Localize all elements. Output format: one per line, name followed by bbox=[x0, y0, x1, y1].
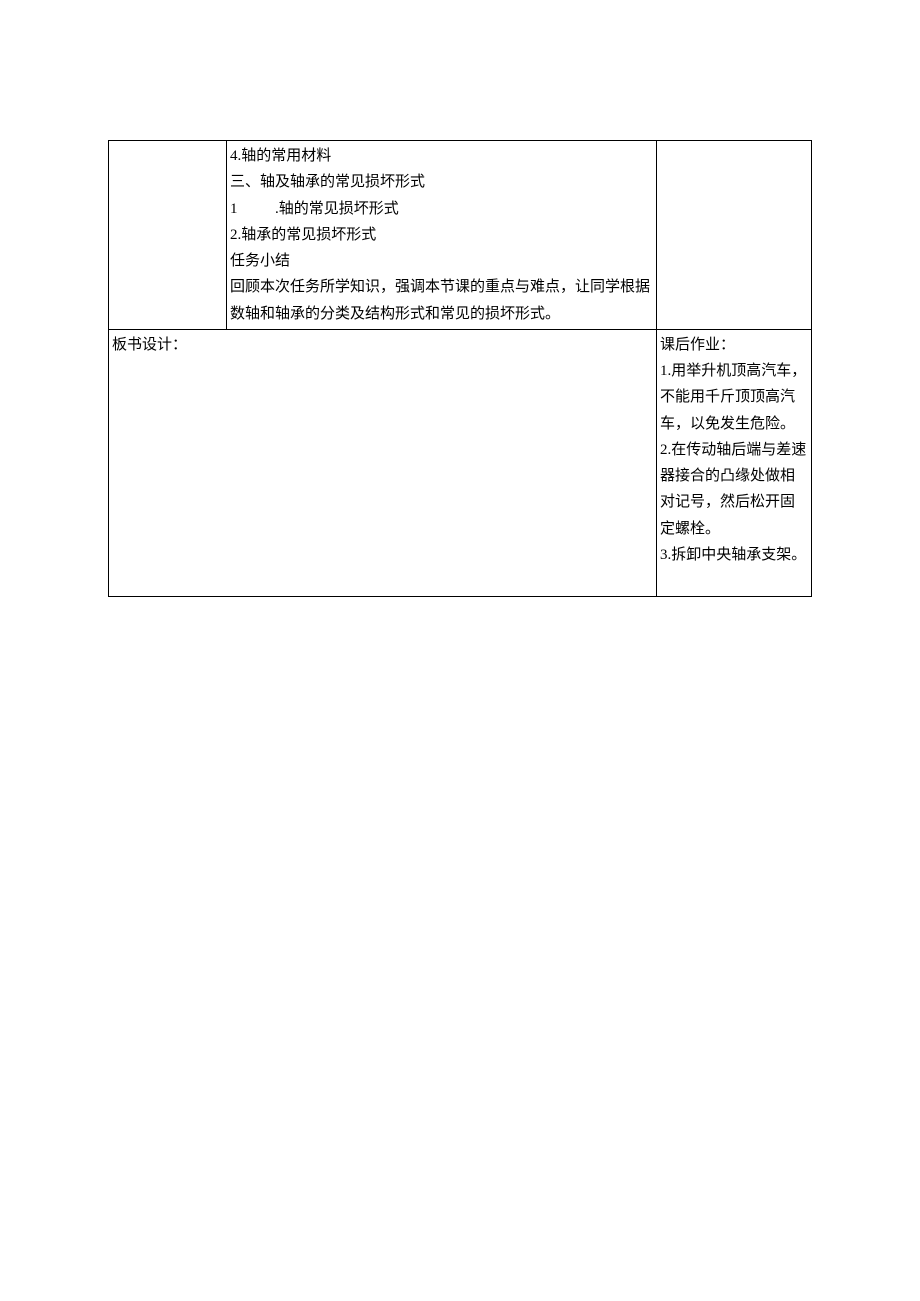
content-row: 4.轴的常用材料 三、轴及轴承的常见损坏形式 1 .轴的常见损坏形式 2.轴承的… bbox=[109, 141, 812, 330]
homework-item-1: 1.用举升机顶高汽车，不能用千斤顶顶高汽车，以免发生危险。 bbox=[660, 358, 808, 437]
content-line-3: 1 .轴的常见损坏形式 bbox=[230, 196, 653, 222]
homework-cell: 课后作业： 1.用举升机顶高汽车，不能用千斤顶顶高汽车，以免发生危险。 2.在传… bbox=[657, 329, 812, 597]
homework-item-3: 3.拆卸中央轴承支架。 bbox=[660, 542, 808, 568]
content-line-1: 4.轴的常用材料 bbox=[230, 143, 653, 169]
content-line-4: 2.轴承的常见损坏形式 bbox=[230, 222, 653, 248]
footer-row: 板书设计： 课后作业： 1.用举升机顶高汽车，不能用千斤顶顶高汽车，以免发生危险… bbox=[109, 329, 812, 597]
lesson-table: 4.轴的常用材料 三、轴及轴承的常见损坏形式 1 .轴的常见损坏形式 2.轴承的… bbox=[108, 140, 812, 597]
homework-item-2: 2.在传动轴后端与差速器接合的凸缘处做相对记号，然后松开固定螺栓。 bbox=[660, 437, 808, 542]
row1-col1-empty bbox=[109, 141, 227, 330]
homework-label: 课后作业： bbox=[660, 332, 808, 358]
row1-col2-content: 4.轴的常用材料 三、轴及轴承的常见损坏形式 1 .轴的常见损坏形式 2.轴承的… bbox=[227, 141, 657, 330]
board-design-cell: 板书设计： bbox=[109, 329, 657, 597]
content-line-5: 任务小结 bbox=[230, 248, 653, 274]
content-line-6: 回顾本次任务所学知识，强调本节课的重点与难点，让同学根据数轴和轴承的分类及结构形… bbox=[230, 274, 653, 327]
row1-col3-empty bbox=[657, 141, 812, 330]
board-design-label: 板书设计： bbox=[112, 337, 187, 353]
content-line-2: 三、轴及轴承的常见损坏形式 bbox=[230, 169, 653, 195]
